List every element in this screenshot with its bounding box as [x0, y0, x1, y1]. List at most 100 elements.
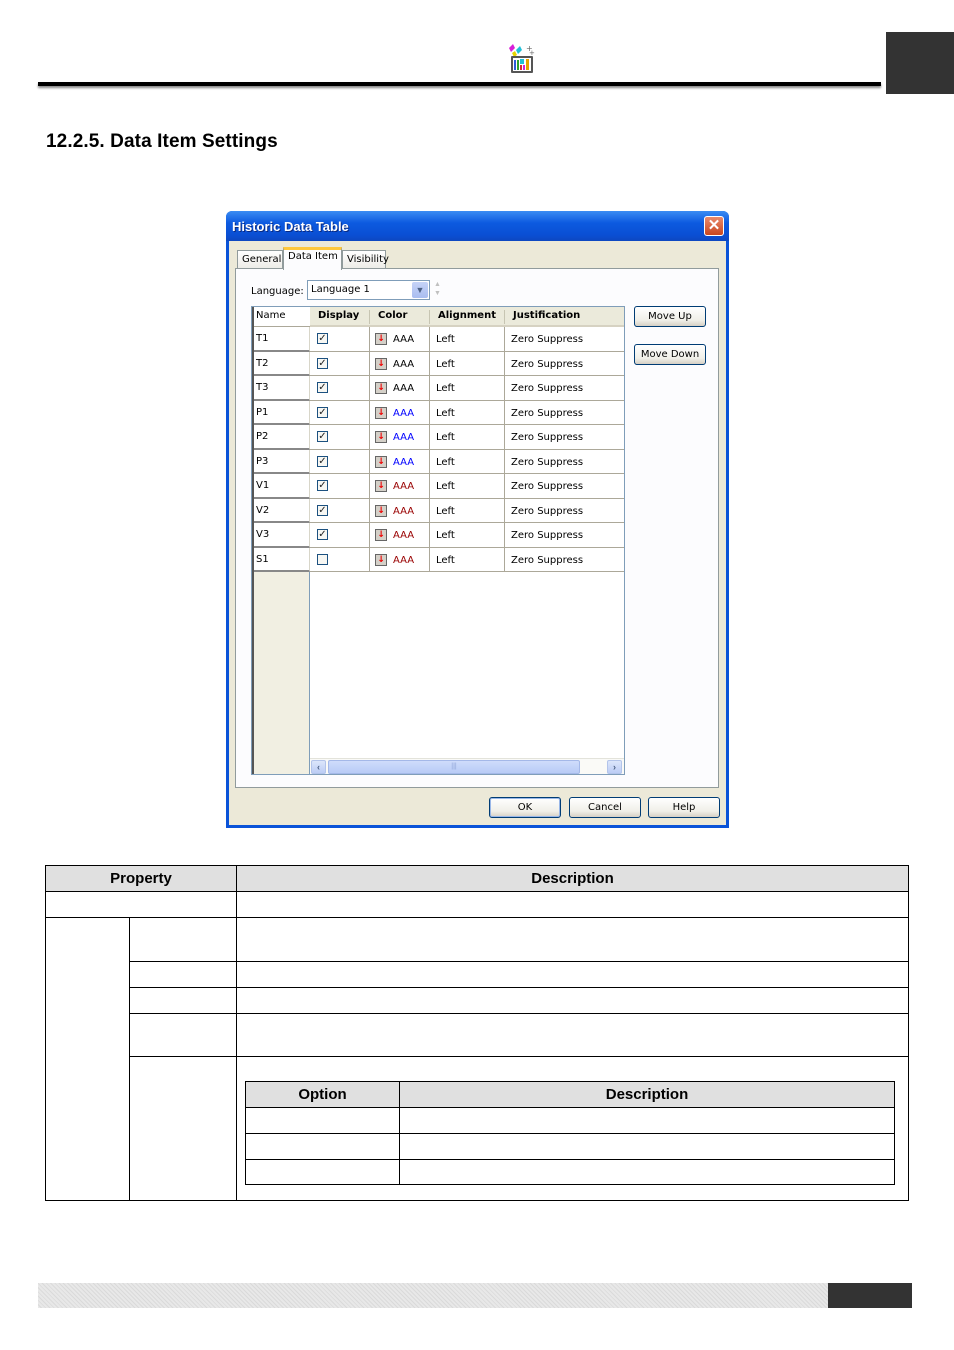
move-down-button[interactable]: Move Down	[634, 344, 706, 365]
row-name-cell[interactable]: S1	[254, 547, 310, 572]
color-cell[interactable]: ↓ AAA	[370, 425, 430, 449]
justification-cell[interactable]: Zero Suppress	[505, 474, 624, 498]
row-name-cell[interactable]: V1	[254, 474, 310, 499]
color-picker-icon[interactable]: ↓	[375, 553, 387, 566]
table-row[interactable]: ✓ ↓ AAA Left Zero Suppress	[310, 327, 624, 352]
color-cell[interactable]: ↓ AAA	[370, 547, 430, 572]
justification-cell[interactable]: Zero Suppress	[505, 425, 624, 449]
column-header-name[interactable]: Name	[254, 307, 310, 327]
column-header-color[interactable]: Color	[370, 307, 430, 327]
color-cell[interactable]: ↓ AAA	[370, 351, 430, 376]
alignment-cell[interactable]: Left	[430, 498, 505, 523]
language-select[interactable]: Language 1 ▼	[307, 280, 430, 300]
display-cell[interactable]: ✓	[310, 400, 370, 425]
alignment-cell[interactable]: Left	[430, 376, 505, 400]
move-up-button[interactable]: Move Up	[634, 306, 706, 327]
display-checkbox[interactable]	[317, 553, 328, 565]
table-row[interactable]: ✓ ↓ AAA Left Zero Suppress	[310, 474, 624, 499]
color-picker-icon[interactable]: ↓	[375, 529, 387, 541]
table-row[interactable]: ✓ ↓ AAA Left Zero Suppress	[310, 449, 624, 474]
display-cell[interactable]: ✓	[310, 327, 370, 351]
close-icon[interactable]: ✕	[704, 216, 724, 236]
justification-cell[interactable]: Zero Suppress	[505, 548, 624, 572]
help-button[interactable]: Help	[648, 797, 720, 818]
row-name-cell[interactable]: T1	[254, 327, 310, 352]
display-checkbox[interactable]: ✓	[317, 455, 328, 467]
color-cell[interactable]: ↓ AAA	[370, 449, 430, 474]
row-name-cell[interactable]: T3	[254, 376, 310, 401]
color-picker-icon[interactable]: ↓	[375, 431, 387, 443]
alignment-cell[interactable]: Left	[430, 351, 505, 376]
table-row[interactable]: ✓ ↓ AAA Left Zero Suppress	[310, 400, 624, 425]
scroll-left-icon[interactable]: ‹	[311, 760, 326, 774]
color-cell[interactable]: ↓ AAA	[370, 523, 430, 547]
display-cell[interactable]: ✓	[310, 449, 370, 474]
row-name-cell[interactable]: T2	[254, 351, 310, 376]
justification-cell[interactable]: Zero Suppress	[505, 499, 624, 523]
row-name-cell[interactable]: V3	[254, 523, 310, 548]
display-checkbox[interactable]: ✓	[317, 406, 328, 418]
horizontal-scrollbar[interactable]: ‹ ||| ›	[310, 758, 624, 774]
column-header-justification[interactable]: Justification	[505, 307, 624, 327]
alignment-cell[interactable]: Left	[430, 523, 505, 547]
column-header-alignment[interactable]: Alignment	[430, 307, 505, 327]
color-cell[interactable]: ↓ AAA	[370, 474, 430, 498]
display-cell[interactable]	[310, 547, 370, 572]
color-picker-icon[interactable]: ↓	[375, 480, 387, 492]
color-picker-icon[interactable]: ↓	[375, 406, 387, 419]
justification-cell[interactable]: Zero Suppress	[505, 523, 624, 547]
scroll-thumb[interactable]: |||	[328, 760, 580, 774]
display-checkbox[interactable]: ✓	[317, 529, 328, 540]
color-cell[interactable]: ↓ AAA	[370, 327, 430, 351]
table-row[interactable]: ✓ ↓ AAA Left Zero Suppress	[310, 523, 624, 548]
color-picker-icon[interactable]: ↓	[375, 357, 387, 370]
table-row[interactable]: ✓ ↓ AAA Left Zero Suppress	[310, 498, 624, 523]
display-cell[interactable]: ✓	[310, 523, 370, 547]
justification-cell[interactable]: Zero Suppress	[505, 352, 624, 376]
display-cell[interactable]: ✓	[310, 425, 370, 449]
tab-general[interactable]: General	[237, 250, 283, 269]
display-checkbox[interactable]: ✓	[317, 504, 328, 516]
justification-cell[interactable]: Zero Suppress	[505, 450, 624, 474]
table-row[interactable]: ✓ ↓ AAA Left Zero Suppress	[310, 351, 624, 376]
display-checkbox[interactable]: ✓	[317, 357, 328, 369]
color-cell[interactable]: ↓ AAA	[370, 498, 430, 523]
alignment-cell[interactable]: Left	[430, 474, 505, 498]
column-header-display[interactable]: Display	[310, 307, 370, 327]
color-cell[interactable]: ↓ AAA	[370, 400, 430, 425]
display-checkbox[interactable]: ✓	[317, 333, 328, 344]
color-cell[interactable]: ↓ AAA	[370, 376, 430, 400]
alignment-cell[interactable]: Left	[430, 327, 505, 351]
row-name-cell[interactable]: P1	[254, 400, 310, 425]
table-row[interactable]: ✓ ↓ AAA Left Zero Suppress	[310, 376, 624, 401]
alignment-cell[interactable]: Left	[430, 425, 505, 449]
color-picker-icon[interactable]: ↓	[375, 333, 387, 345]
alignment-cell[interactable]: Left	[430, 449, 505, 474]
display-cell[interactable]: ✓	[310, 474, 370, 498]
display-checkbox[interactable]: ✓	[317, 382, 328, 393]
chevron-down-icon[interactable]: ▼	[412, 282, 428, 298]
language-spinner[interactable]: ▲ ▼	[432, 280, 443, 300]
alignment-cell[interactable]: Left	[430, 547, 505, 572]
color-picker-icon[interactable]: ↓	[375, 504, 387, 517]
justification-cell[interactable]: Zero Suppress	[505, 327, 624, 351]
table-row[interactable]: ✓ ↓ AAA Left Zero Suppress	[310, 425, 624, 450]
display-cell[interactable]: ✓	[310, 376, 370, 400]
color-picker-icon[interactable]: ↓	[375, 382, 387, 394]
tab-data-item[interactable]: Data Item	[283, 247, 342, 270]
table-row[interactable]: ↓ AAA Left Zero Suppress	[310, 547, 624, 572]
justification-cell[interactable]: Zero Suppress	[505, 401, 624, 425]
ok-button[interactable]: OK	[489, 797, 561, 818]
tab-visibility[interactable]: Visibility	[342, 250, 389, 269]
display-cell[interactable]: ✓	[310, 351, 370, 376]
alignment-cell[interactable]: Left	[430, 400, 505, 425]
scroll-right-icon[interactable]: ›	[607, 760, 622, 774]
row-name-cell[interactable]: P3	[254, 449, 310, 474]
cancel-button[interactable]: Cancel	[569, 797, 641, 818]
row-name-cell[interactable]: P2	[254, 425, 310, 450]
justification-cell[interactable]: Zero Suppress	[505, 376, 624, 400]
display-checkbox[interactable]: ✓	[317, 480, 328, 491]
color-picker-icon[interactable]: ↓	[375, 455, 387, 468]
display-checkbox[interactable]: ✓	[317, 431, 328, 442]
display-cell[interactable]: ✓	[310, 498, 370, 523]
